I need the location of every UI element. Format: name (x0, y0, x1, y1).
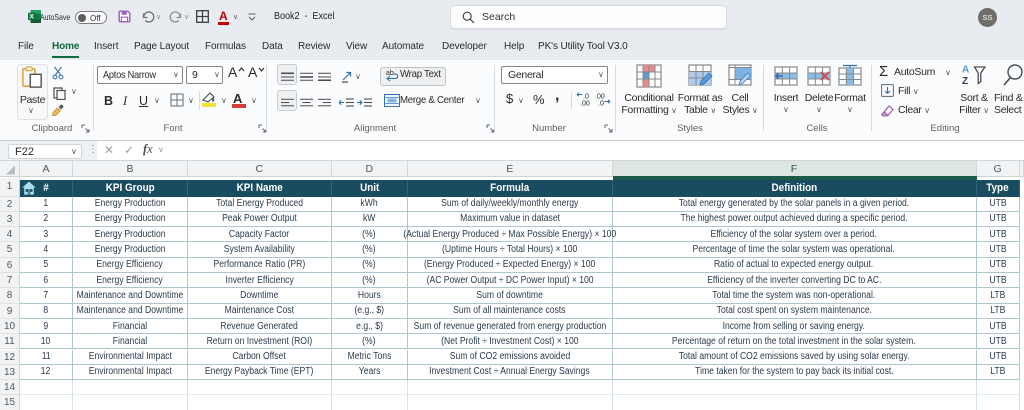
svg-text:.0: .0 (583, 94, 589, 101)
svg-text:X: X (29, 14, 34, 21)
svg-text:.0: .0 (598, 101, 604, 107)
svg-text:Z: Z (962, 76, 968, 86)
svg-text:.00: .00 (595, 94, 605, 101)
svg-text:A: A (962, 65, 969, 76)
svg-text:.00: .00 (580, 101, 590, 107)
